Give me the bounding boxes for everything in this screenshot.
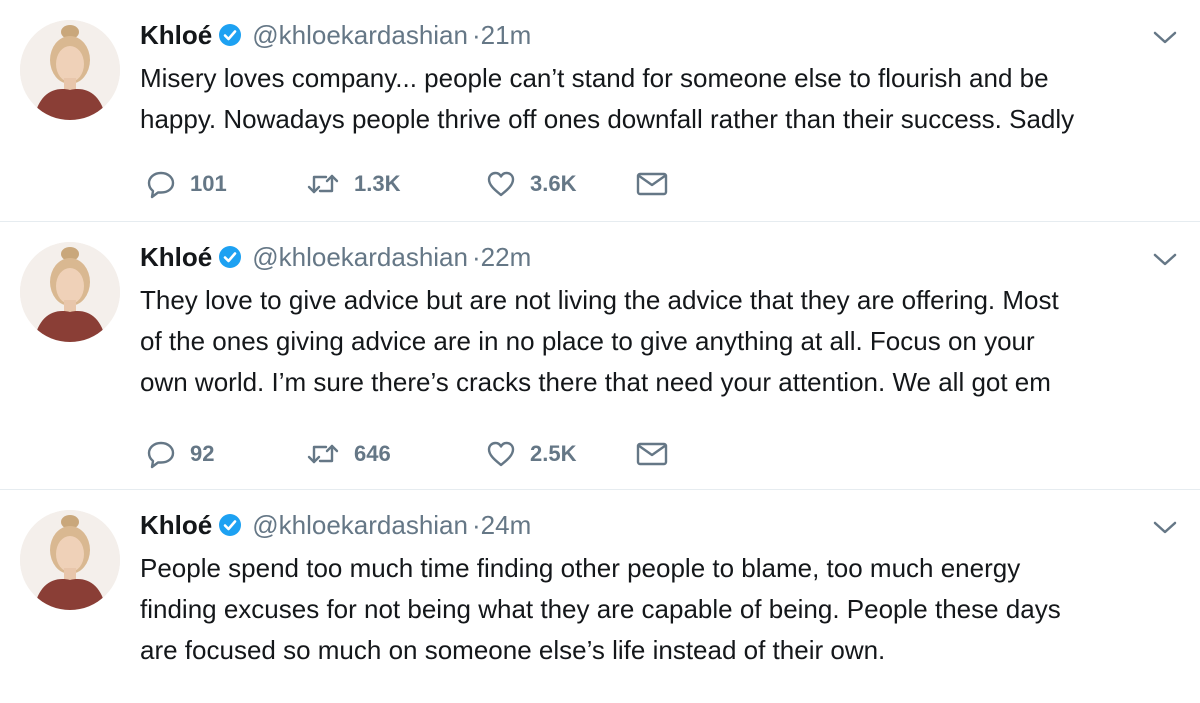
username-handle[interactable]: @khloekardashian bbox=[252, 510, 468, 541]
tweet-text-line: are focused so much on someone else’s li… bbox=[140, 635, 886, 665]
retweet-icon bbox=[306, 170, 340, 198]
tweet[interactable]: Khloé @khloekardashian · 22m They love t… bbox=[0, 222, 1200, 490]
tweet-actions: 101 1.3K 3.6K bbox=[146, 164, 668, 204]
display-name[interactable]: Khloé bbox=[140, 510, 212, 541]
separator-dot: · bbox=[471, 241, 481, 272]
chevron-down-icon[interactable] bbox=[1152, 252, 1178, 268]
envelope-icon bbox=[636, 171, 668, 197]
like-count: 2.5K bbox=[530, 441, 577, 466]
avatar[interactable] bbox=[20, 242, 120, 342]
avatar[interactable] bbox=[20, 510, 120, 610]
like-count: 3.6K bbox=[530, 171, 577, 196]
verified-badge-icon bbox=[218, 513, 242, 537]
retweet-button[interactable]: 1.3K bbox=[306, 170, 486, 198]
verified-badge-icon bbox=[218, 245, 242, 269]
tweet-text: They love to give advice but are not liv… bbox=[140, 280, 1180, 403]
tweet-text: People spend too much time finding other… bbox=[140, 548, 1180, 671]
retweet-count: 646 bbox=[354, 441, 391, 466]
tweet-text-line: Misery loves company... people can’t sta… bbox=[140, 63, 1049, 93]
separator-dot: · bbox=[471, 19, 481, 50]
heart-icon bbox=[486, 170, 516, 198]
timestamp[interactable]: 22m bbox=[481, 242, 532, 273]
reply-count: 92 bbox=[190, 441, 215, 466]
reply-button[interactable]: 92 bbox=[146, 439, 306, 469]
tweet-header: Khloé @khloekardashian · 21m bbox=[140, 18, 531, 52]
tweet-header: Khloé @khloekardashian · 22m bbox=[140, 240, 531, 274]
display-name[interactable]: Khloé bbox=[140, 242, 212, 273]
tweet-text-line: happy. Nowadays people thrive off ones d… bbox=[140, 104, 1075, 134]
username-handle[interactable]: @khloekardashian bbox=[252, 242, 468, 273]
envelope-icon bbox=[636, 441, 668, 467]
timestamp[interactable]: 24m bbox=[481, 510, 532, 541]
verified-badge-icon bbox=[218, 23, 242, 47]
direct-message-button[interactable] bbox=[636, 441, 668, 467]
reply-count: 101 bbox=[190, 171, 227, 196]
like-button[interactable]: 3.6K bbox=[486, 170, 636, 198]
tweet-actions: 92 646 2.5K bbox=[146, 434, 668, 474]
username-handle[interactable]: @khloekardashian bbox=[252, 20, 468, 51]
retweet-button[interactable]: 646 bbox=[306, 440, 486, 468]
tweet-text-line: of the ones giving advice are in no plac… bbox=[140, 326, 1035, 356]
reply-button[interactable]: 101 bbox=[146, 169, 306, 199]
tweet-header: Khloé @khloekardashian · 24m bbox=[140, 508, 531, 542]
chevron-down-icon[interactable] bbox=[1152, 520, 1178, 536]
timestamp[interactable]: 21m bbox=[481, 20, 532, 51]
like-button[interactable]: 2.5K bbox=[486, 440, 636, 468]
retweet-icon bbox=[306, 440, 340, 468]
display-name[interactable]: Khloé bbox=[140, 20, 212, 51]
reply-icon bbox=[146, 169, 176, 199]
separator-dot: · bbox=[471, 509, 481, 540]
tweet-text-line: finding excuses for not being what they … bbox=[140, 594, 1061, 624]
direct-message-button[interactable] bbox=[636, 171, 668, 197]
avatar[interactable] bbox=[20, 20, 120, 120]
heart-icon bbox=[486, 440, 516, 468]
tweet-text-line: People spend too much time finding other… bbox=[140, 553, 1021, 583]
tweet-text: Misery loves company... people can’t sta… bbox=[140, 58, 1180, 140]
tweet-text-line: own world. I’m sure there’s cracks there… bbox=[140, 367, 1051, 397]
tweet[interactable]: Khloé @khloekardashian · 24m People spen… bbox=[0, 490, 1200, 703]
reply-icon bbox=[146, 439, 176, 469]
chevron-down-icon[interactable] bbox=[1152, 30, 1178, 46]
tweet[interactable]: Khloé @khloekardashian · 21m Misery love… bbox=[0, 0, 1200, 222]
tweet-text-line: They love to give advice but are not liv… bbox=[140, 285, 1059, 315]
retweet-count: 1.3K bbox=[354, 171, 401, 196]
